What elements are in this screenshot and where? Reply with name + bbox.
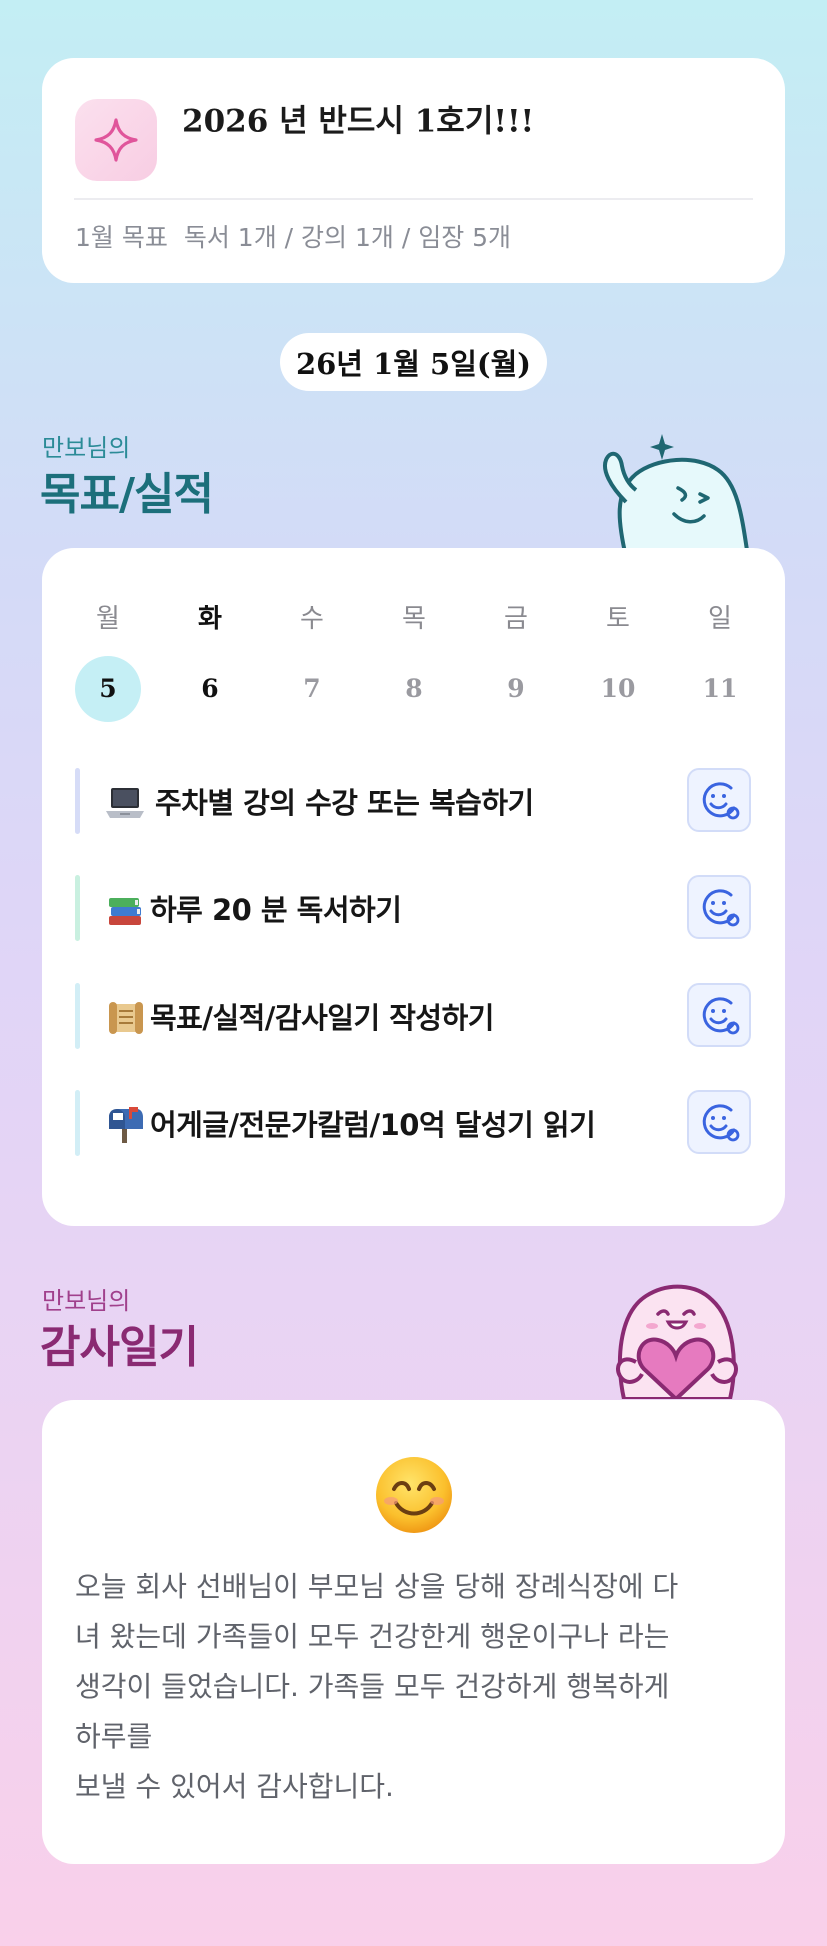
task-accent-bar <box>75 1090 80 1156</box>
smile-check-icon <box>702 1104 740 1142</box>
challenge-title: 2026 년 반드시 1호기!!! <box>182 103 535 140</box>
books-icon <box>109 898 141 925</box>
smile-check-icon <box>702 782 740 820</box>
task-label: 하루 20 분 독서하기 <box>150 893 402 927</box>
task-label: 목표/실적/감사일기 작성하기 <box>150 1001 494 1035</box>
task-item: 주차별 강의 수강 또는 복습하기 <box>75 768 751 836</box>
task-accent-bar <box>75 768 80 834</box>
task-item: 목표/실적/감사일기 작성하기 <box>75 983 751 1051</box>
task-accent-bar <box>75 875 80 941</box>
date-cell[interactable]: 8 <box>381 656 447 722</box>
divider <box>74 198 753 200</box>
gratitude-section-title: 감사일기 <box>40 1322 199 1373</box>
heart-ghost-mascot-icon <box>616 1284 738 1399</box>
smile-check-icon <box>702 997 740 1035</box>
task-accent-bar <box>75 983 80 1049</box>
weekday-label: 목 <box>402 604 426 634</box>
gratitude-line: 생각이 들었습니다. 가족들 모두 건강하게 행복하게 <box>75 1670 670 1703</box>
laptop-icon <box>106 788 144 818</box>
task-label: 주차별 강의 수강 또는 복습하기 <box>155 786 534 820</box>
goals-card: 월 화 수 목 금 토 일 5 6 7 8 9 10 11 주차별 강의 수강 … <box>42 548 785 1226</box>
scroll-icon <box>109 1002 143 1034</box>
date-cell[interactable]: 6 <box>177 656 243 722</box>
weekday-label: 토 <box>606 604 630 634</box>
smiling-face-icon <box>376 1457 452 1533</box>
weekday-label: 일 <box>708 604 732 634</box>
task-item: 어게글/전문가칼럼/10억 달성기 읽기 <box>75 1090 751 1158</box>
weekday-label: 금 <box>504 604 528 634</box>
gratitude-line: 하루를 <box>75 1720 153 1753</box>
challenge-card: 2026 년 반드시 1호기!!! 1월 목표 독서 1개 / 강의 1개 / 임… <box>42 58 785 283</box>
waving-ghost-mascot-icon <box>603 434 751 557</box>
task-check-button[interactable] <box>687 983 751 1047</box>
monthly-goal-text: 독서 1개 / 강의 1개 / 임장 5개 <box>183 223 512 252</box>
date-cell[interactable]: 7 <box>279 656 345 722</box>
task-item: 하루 20 분 독서하기 <box>75 875 751 943</box>
gratitude-line: 보낼 수 있어서 감사합니다. <box>75 1770 394 1803</box>
date-cell[interactable]: 10 <box>585 656 651 722</box>
sparkle-icon <box>75 99 157 181</box>
date-cell[interactable]: 9 <box>483 656 549 722</box>
monthly-goal-label: 1월 목표 <box>75 223 168 252</box>
gratitude-line: 오늘 회사 선배님이 부모님 상을 당해 장례식장에 다 <box>75 1570 679 1603</box>
date-cell[interactable]: 11 <box>687 656 753 722</box>
monthly-goal: 1월 목표 독서 1개 / 강의 1개 / 임장 5개 <box>75 218 511 254</box>
gratitude-line: 녀 왔는데 가족들이 모두 건강한게 행운이구나 라는 <box>75 1620 670 1653</box>
task-check-button[interactable] <box>687 768 751 832</box>
task-check-button[interactable] <box>687 1090 751 1154</box>
task-label: 어게글/전문가칼럼/10억 달성기 읽기 <box>150 1108 596 1142</box>
weekday-label: 화 <box>198 604 222 634</box>
weekday-label: 수 <box>300 604 324 634</box>
smile-check-icon <box>702 889 740 927</box>
current-date[interactable]: 26년 1월 5일(월) <box>280 333 547 391</box>
date-cell[interactable]: 5 <box>75 656 141 722</box>
weekday-label: 월 <box>96 604 120 634</box>
gratitude-entry: 오늘 회사 선배님이 부모님 상을 당해 장례식장에 다 녀 왔는데 가족들이 … <box>75 1562 755 1812</box>
mailbox-icon <box>109 1107 143 1143</box>
task-check-button[interactable] <box>687 875 751 939</box>
gratitude-card: 오늘 회사 선배님이 부모님 상을 당해 장례식장에 다 녀 왔는데 가족들이 … <box>42 1400 785 1864</box>
goals-section-title: 목표/실적 <box>40 469 214 520</box>
